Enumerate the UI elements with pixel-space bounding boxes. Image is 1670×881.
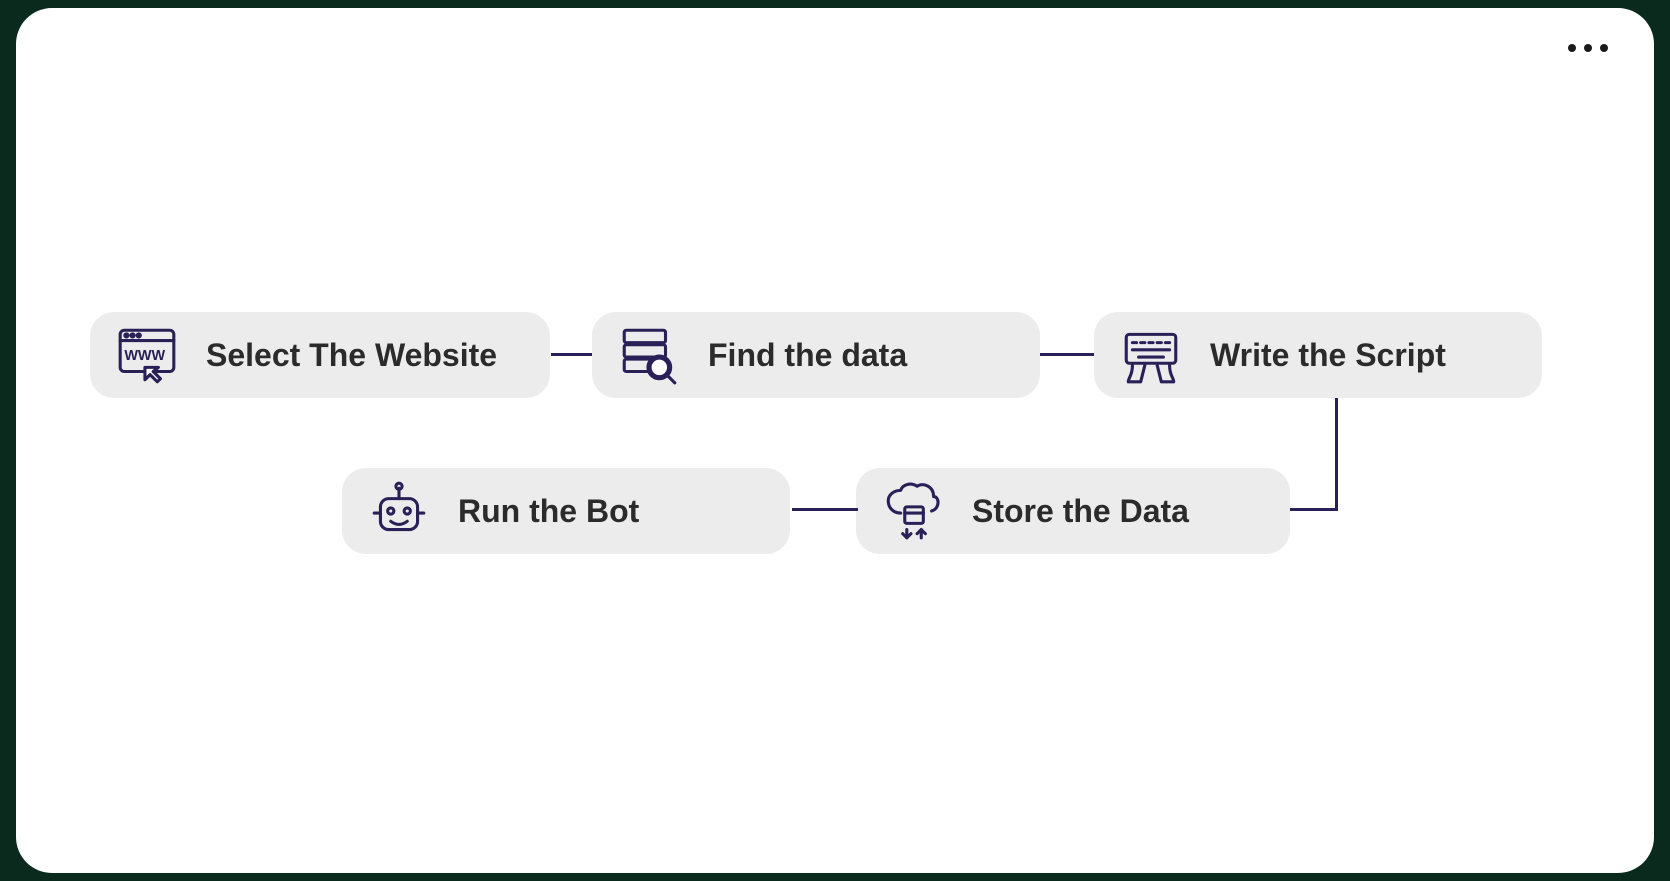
robot-icon [362,474,436,548]
step-label: Write the Script [1210,337,1446,374]
step-label: Select The Website [206,337,497,374]
step-select-website: WWW Select The Website [90,312,550,398]
connector [1290,508,1338,511]
connector [1335,398,1338,510]
connector [792,508,858,511]
step-label: Run the Bot [458,493,639,530]
step-label: Find the data [708,337,907,374]
svg-text:WWW: WWW [124,348,165,364]
database-search-icon [612,318,686,392]
connector [551,353,593,356]
workflow-diagram: WWW Select The Website Find the data [16,8,1654,873]
connector [1040,353,1096,356]
cloud-sync-icon [876,474,950,548]
step-find-data: Find the data [592,312,1040,398]
diagram-card: WWW Select The Website Find the data [16,8,1654,873]
step-run-bot: Run the Bot [342,468,790,554]
step-write-script: Write the Script [1094,312,1542,398]
step-store-data: Store the Data [856,468,1290,554]
keyboard-hands-icon [1114,318,1188,392]
step-label: Store the Data [972,493,1189,530]
browser-www-icon: WWW [110,318,184,392]
